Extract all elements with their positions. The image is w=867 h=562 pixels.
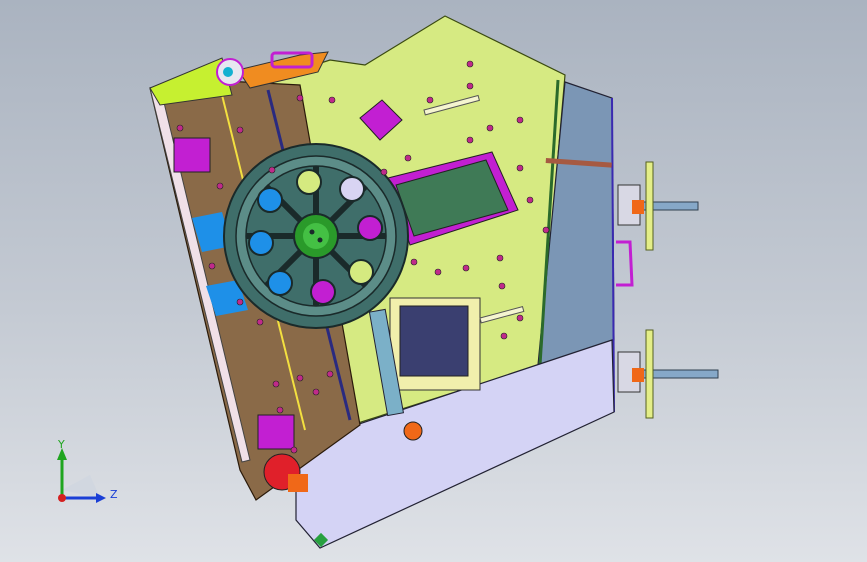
z-arrowhead-icon xyxy=(96,493,106,503)
x-axis-dot-icon xyxy=(58,494,66,502)
crusher-assembly-model[interactable] xyxy=(0,0,867,562)
axis-triad[interactable]: Y Z xyxy=(40,440,130,510)
bearing-plate-lower xyxy=(257,414,295,450)
bearing-plate-upper xyxy=(173,137,211,173)
right-tension-rods[interactable] xyxy=(616,161,719,419)
triad-plane-icon xyxy=(62,475,100,498)
z-axis-label: Z xyxy=(110,488,118,501)
flywheel[interactable] xyxy=(223,143,409,329)
adjusting-block[interactable] xyxy=(399,305,469,377)
y-axis-label: Y xyxy=(57,440,65,451)
cad-viewport[interactable]: Y Z xyxy=(0,0,867,562)
